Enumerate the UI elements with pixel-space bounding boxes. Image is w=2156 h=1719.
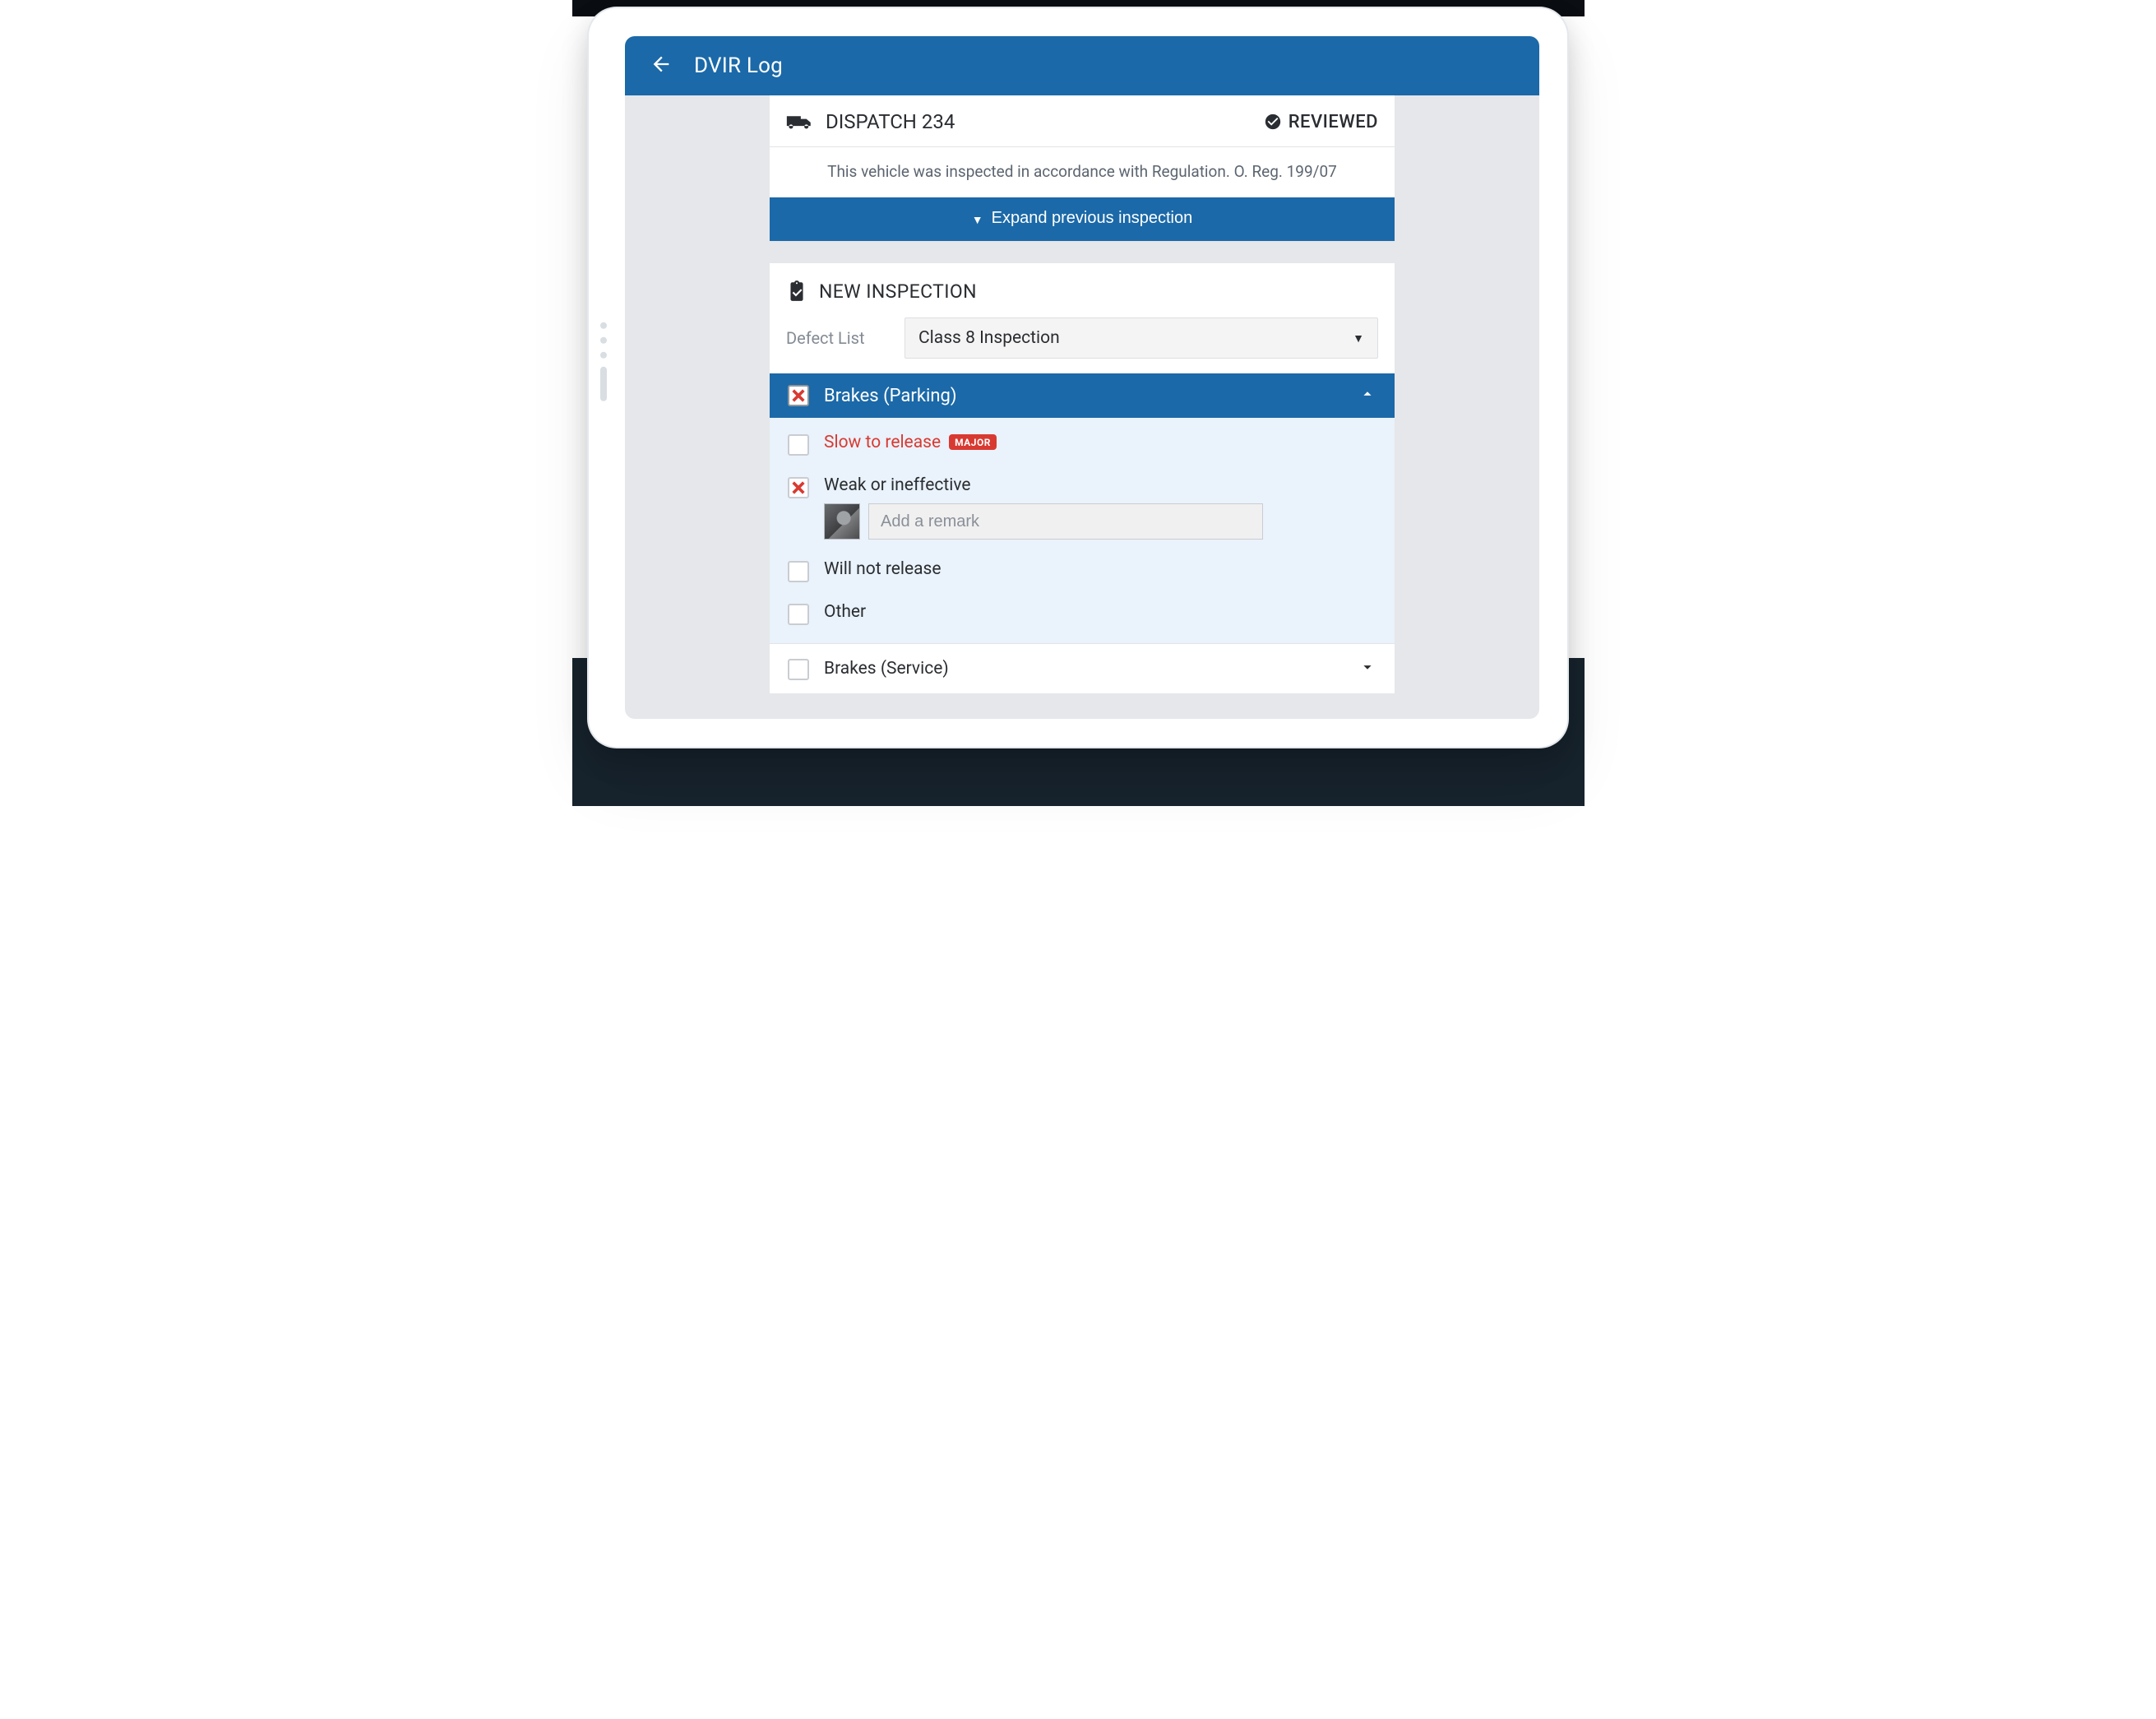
tablet-camera-dots [600, 322, 607, 401]
group-status-defect-icon [788, 385, 809, 406]
vehicle-card: DISPATCH 234 REVIEWED This vehicle was i… [770, 95, 1395, 242]
back-button[interactable] [650, 53, 673, 79]
app-bar: DVIR Log [625, 36, 1539, 95]
expand-previous-inspection-button[interactable]: ▼ Expand previous inspection [770, 197, 1395, 241]
defect-list-label: Defect List [786, 328, 885, 348]
defect-label: Other [824, 602, 866, 622]
status-badge: REVIEWED [1264, 112, 1378, 132]
group-title-text: Brakes (Service) [824, 659, 949, 679]
triangle-down-icon: ▼ [972, 214, 983, 225]
caret-down-icon: ▼ [1353, 331, 1364, 345]
defect-item-weak-or-ineffective: Weak or ineffective [770, 466, 1395, 549]
chevron-down-icon [1358, 658, 1376, 679]
group-header-brakes-service[interactable]: Brakes (Service) [770, 643, 1395, 693]
app-screen: DVIR Log DISPATCH 234 [625, 36, 1539, 719]
group-header-brakes-parking[interactable]: Brakes (Parking) [770, 373, 1395, 418]
x-icon [791, 480, 806, 495]
defect-label: Slow to release [824, 433, 941, 452]
expand-label: Expand previous inspection [992, 209, 1193, 228]
chevron-up-icon [1358, 385, 1376, 406]
defect-items-panel: Slow to release MAJOR Weak or ineffectiv… [770, 418, 1395, 643]
vehicle-name: DISPATCH 234 [826, 110, 955, 133]
checkbox-weak-or-ineffective[interactable] [788, 477, 809, 498]
defect-item-slow-to-release: Slow to release MAJOR [770, 423, 1395, 466]
checkbox-brakes-service[interactable] [788, 659, 809, 680]
checkbox-will-not-release[interactable] [788, 561, 809, 582]
defect-item-other: Other [770, 592, 1395, 635]
new-inspection-title: NEW INSPECTION [819, 280, 977, 303]
defect-list-value: Class 8 Inspection [918, 328, 1060, 348]
tablet-frame: DVIR Log DISPATCH 234 [589, 8, 1567, 747]
truck-icon [786, 112, 814, 132]
regulation-note: This vehicle was inspected in accordance… [770, 147, 1395, 197]
defect-item-will-not-release: Will not release [770, 549, 1395, 592]
checkbox-other[interactable] [788, 604, 809, 625]
major-badge: MAJOR [949, 434, 997, 450]
new-inspection-card: NEW INSPECTION Defect List Class 8 Inspe… [770, 263, 1395, 693]
status-text: REVIEWED [1289, 112, 1378, 132]
group-title-text: Brakes (Parking) [824, 386, 957, 406]
defect-label: Weak or ineffective [824, 475, 971, 495]
checkbox-slow-to-release[interactable] [788, 434, 809, 456]
remark-input[interactable] [868, 503, 1263, 540]
arrow-left-icon [650, 53, 673, 76]
clipboard-check-icon [786, 280, 807, 303]
attachment-thumbnail[interactable] [824, 503, 860, 540]
page-title: DVIR Log [694, 53, 783, 78]
defect-list-select[interactable]: Class 8 Inspection ▼ [905, 317, 1378, 359]
defect-label: Will not release [824, 559, 942, 579]
check-circle-icon [1264, 113, 1282, 131]
